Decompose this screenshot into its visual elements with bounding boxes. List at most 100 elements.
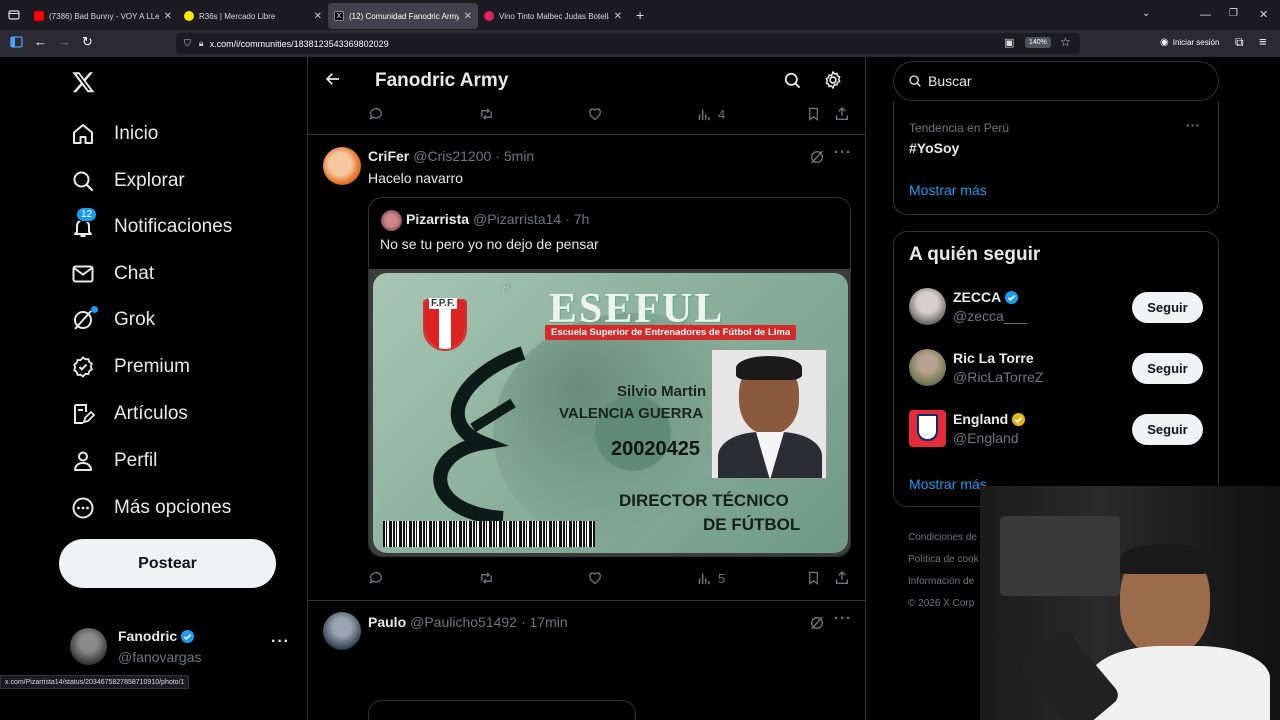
url-text[interactable]: x.com/i/communities/1838123543369802029 [210, 39, 389, 49]
author-handle[interactable]: @Paulicho51492 [410, 614, 517, 630]
follow-button[interactable]: Seguir [1132, 292, 1203, 323]
account-switcher[interactable]: Fanodric @fanovargas ··· [68, 625, 293, 669]
user-name: Ric La Torre [953, 350, 1034, 366]
quoted-image[interactable]: F.P.F. ESEFUL Escuela Superior de Entren… [369, 269, 850, 556]
quoted-author-name: Pizarrista [406, 211, 470, 227]
reader-view-icon[interactable]: ▣ [1004, 36, 1014, 49]
nav-item-explorar[interactable]: Explorar [70, 161, 185, 201]
close-tab-icon[interactable]: ✕ [314, 11, 322, 22]
more-options-icon[interactable]: ··· [834, 144, 852, 161]
bookmark-icon[interactable] [806, 106, 821, 122]
footer-link[interactable]: Condiciones de [908, 527, 979, 549]
tweet-time[interactable]: · 5min [495, 148, 534, 164]
tweet[interactable]: Paulo @Paulicho51492 · 17min ··· [308, 601, 865, 720]
nav-item-mas-opciones[interactable]: Más opciones [70, 488, 231, 528]
x-logo-icon[interactable] [71, 70, 96, 94]
follow-show-more[interactable]: Mostrar más [909, 476, 987, 492]
zoom-level[interactable]: 140% [1025, 37, 1051, 48]
close-tab-icon[interactable]: ✕ [464, 11, 472, 22]
post-button[interactable]: Postear [59, 539, 276, 588]
sidebar-toggle-icon[interactable] [10, 36, 23, 48]
address-bar[interactable]: ⛉ 🔒︎ x.com/i/communities/183812354336980… [176, 33, 1080, 54]
quoted-author-handle: @Pizarrista14 [473, 211, 562, 227]
tweet-actions: 5 [368, 568, 848, 588]
tab-overflow-chevron-icon[interactable]: ⌄ [1142, 8, 1150, 19]
tweet[interactable]: CriFer @Cris21200 · 5min ··· Hacelo nava… [308, 135, 865, 600]
nav-item-grok[interactable]: Grok [70, 300, 155, 340]
tab-vino-tinto[interactable]: Vino Tinto Malbec Judas Botella ✕ [478, 3, 628, 29]
nav-label: Explorar [114, 170, 185, 191]
menu-icon[interactable]: ≡ [1259, 34, 1267, 49]
grok-tweet-icon[interactable] [809, 615, 825, 631]
close-window-button[interactable]: ✕ [1259, 8, 1268, 21]
like-icon[interactable] [587, 106, 603, 122]
account-name: Fanodric [118, 628, 195, 644]
nav-item-chat[interactable]: Chat [70, 254, 154, 294]
close-tab-icon[interactable]: ✕ [614, 11, 622, 22]
views-stat[interactable]: 4 [697, 107, 725, 122]
tweet-time[interactable]: · 17min [521, 614, 568, 630]
follow-suggestion[interactable]: England @England Seguir [894, 401, 1218, 461]
footer-link[interactable]: Información de [908, 571, 979, 593]
avatar[interactable] [323, 147, 361, 185]
repost-icon[interactable] [478, 570, 495, 586]
quoted-time: · 7h [565, 211, 590, 227]
search-box[interactable]: Buscar [893, 61, 1219, 101]
back-arrow-icon[interactable] [324, 70, 342, 88]
nav-item-notificaciones[interactable]: 12 Notificaciones [70, 207, 232, 247]
tab-fanodric-army[interactable]: X (12) Comunidad Fanodric Army ✕ [328, 3, 478, 29]
minimize-button[interactable]: — [1200, 9, 1211, 21]
more-options-icon[interactable]: ··· [834, 610, 852, 627]
vino-favicon-icon [484, 11, 494, 21]
follow-button[interactable]: Seguir [1132, 353, 1203, 384]
author-handle[interactable]: @Cris21200 [413, 148, 491, 164]
bookmark-star-icon[interactable]: ☆ [1060, 35, 1071, 49]
nav-item-inicio[interactable]: Inicio [70, 114, 158, 154]
share-icon[interactable] [834, 106, 850, 122]
views-icon [698, 573, 710, 584]
shield-icon[interactable]: ⛉ [184, 38, 191, 49]
like-icon[interactable] [587, 570, 603, 586]
bookmark-icon[interactable] [806, 570, 821, 586]
author-name[interactable]: Paulo [368, 614, 406, 630]
account-more-icon[interactable]: ··· [271, 633, 290, 651]
who-to-follow-panel: A quién seguir ZECCA @zecca___ Seguir Ri… [893, 231, 1219, 507]
forward-icon[interactable]: → [58, 34, 71, 49]
back-icon[interactable]: ← [34, 34, 47, 49]
footer-links: Condiciones de Política de cook Informac… [908, 527, 979, 615]
search-icon[interactable] [783, 71, 802, 90]
media-preview[interactable] [368, 700, 636, 720]
lock-icon[interactable]: 🔒︎ [199, 38, 204, 49]
nav-item-perfil[interactable]: Perfil [70, 441, 157, 481]
nav-item-articulos[interactable]: Artículos [70, 394, 188, 434]
follow-suggestion[interactable]: Ric La Torre @RicLaTorreZ Seguir [894, 340, 1218, 400]
follow-suggestion[interactable]: ZECCA @zecca___ Seguir [894, 279, 1218, 339]
gear-icon[interactable] [823, 70, 843, 90]
views-stat[interactable]: 5 [697, 571, 725, 586]
signin-button[interactable]: ◉ Iniciar sesión [1160, 37, 1219, 48]
tab-bad-bunny[interactable]: (7386) Bad Bunny - VOY A LLeVAR ✕ [28, 3, 178, 29]
extensions-icon[interactable]: ⧉ [1235, 35, 1244, 50]
follow-button[interactable]: Seguir [1132, 414, 1203, 445]
tab-mercado-libre[interactable]: R36s | Mercado Libre ✕ [178, 3, 328, 29]
nav-item-premium[interactable]: Premium [70, 347, 190, 387]
reply-icon[interactable] [368, 570, 384, 586]
tab-list-icon[interactable] [0, 9, 28, 21]
reload-icon[interactable]: ↻ [82, 34, 93, 50]
verified-badge-icon [1005, 290, 1019, 304]
trends-show-more[interactable]: Mostrar más [909, 182, 987, 198]
new-tab-button[interactable]: + [628, 7, 652, 23]
footer-link[interactable]: Política de cook [908, 549, 979, 571]
quoted-tweet[interactable]: Pizarrista @Pizarrista14 · 7h No se tu p… [368, 197, 851, 557]
close-tab-icon[interactable]: ✕ [164, 11, 172, 22]
share-icon[interactable] [834, 570, 850, 586]
author-name[interactable]: CriFer [368, 148, 409, 164]
repost-icon[interactable] [478, 106, 495, 122]
trend-item[interactable]: Tendencia en Perú #YoSoy ··· [894, 113, 1218, 163]
trend-more-icon[interactable]: ··· [1186, 117, 1200, 133]
reply-icon[interactable] [368, 106, 384, 122]
more-circle-icon [70, 495, 96, 521]
maximize-button[interactable]: ❐ [1229, 8, 1238, 19]
avatar[interactable] [323, 612, 361, 650]
grok-tweet-icon[interactable] [809, 149, 825, 165]
